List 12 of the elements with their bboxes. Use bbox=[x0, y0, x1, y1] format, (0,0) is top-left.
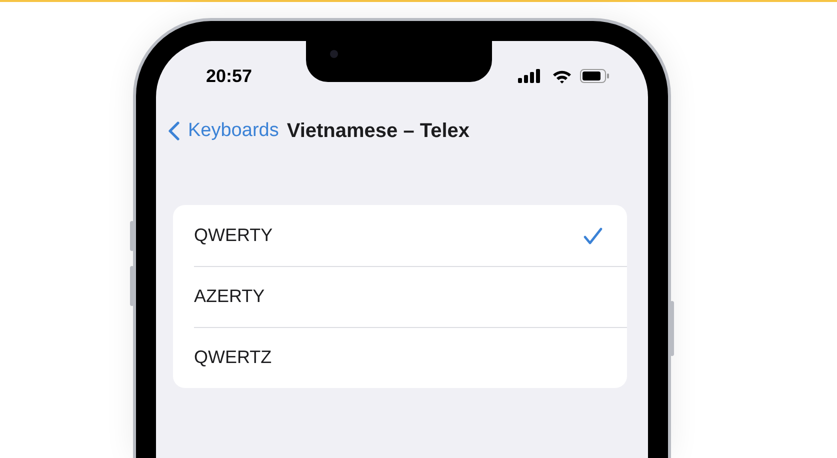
option-label: QWERTZ bbox=[194, 346, 272, 369]
layout-option[interactable]: AZERTY bbox=[173, 266, 627, 327]
layout-option[interactable]: QWERTZ bbox=[173, 327, 627, 388]
battery-icon bbox=[580, 69, 610, 83]
status-time: 20:57 bbox=[206, 64, 252, 88]
layout-option[interactable]: QWERTY bbox=[173, 205, 627, 266]
page-title: Vietnamese – Telex bbox=[286, 119, 470, 144]
wifi-icon bbox=[552, 68, 572, 84]
chevron-icon bbox=[168, 121, 180, 141]
camera-icon bbox=[330, 50, 338, 58]
option-label: QWERTY bbox=[194, 224, 273, 247]
option-label: AZERTY bbox=[194, 285, 265, 308]
